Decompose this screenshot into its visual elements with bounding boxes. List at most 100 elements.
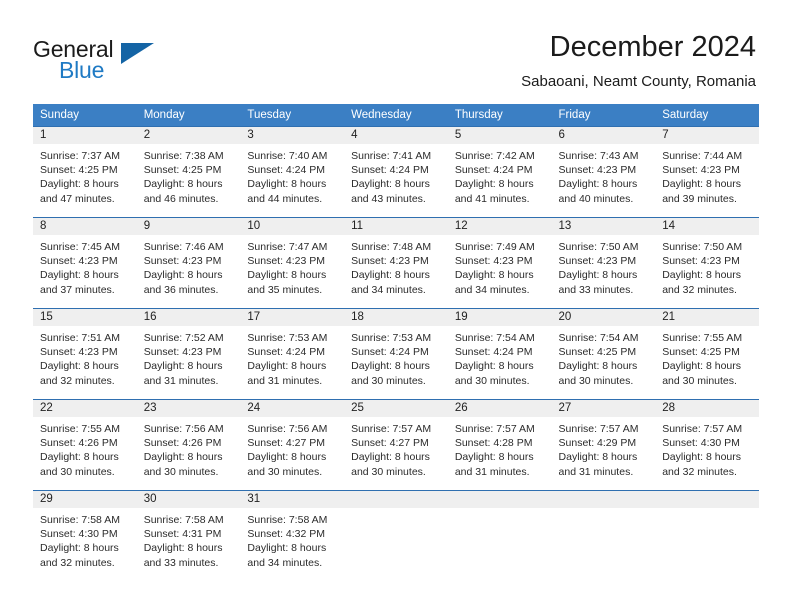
sunrise-text: Sunrise: 7:37 AM xyxy=(40,150,120,162)
daylight-text-line2: and 43 minutes. xyxy=(351,192,426,205)
daylight-text-line1: Daylight: 8 hours xyxy=(247,451,327,464)
day-details xyxy=(344,508,448,513)
sunset-text: Sunset: 4:25 PM xyxy=(558,346,637,359)
daylight-text-line1: Daylight: 8 hours xyxy=(351,360,430,373)
calendar-day-cell[interactable]: 10 Sunrise: 7:47 AM Sunset: 4:23 PM Dayligh… xyxy=(240,217,345,309)
day-cell-inner: 27 Sunrise: 7:57 AM Sunset: 4:29 PM Dayligh… xyxy=(551,400,656,490)
calendar-day-cell[interactable]: 25 Sunrise: 7:57 AM Sunset: 4:27 PM Dayligh… xyxy=(344,399,448,491)
daylight-text-line2: and 32 minutes. xyxy=(662,465,737,478)
calendar-day-cell[interactable]: 3 Sunrise: 7:40 AM Sunset: 4:24 PM Daylight… xyxy=(240,126,345,218)
calendar-day-cell[interactable]: 17 Sunrise: 7:53 AM Sunset: 4:24 PM Dayligh… xyxy=(240,308,345,400)
calendar-day-cell[interactable]: 28 Sunrise: 7:57 AM Sunset: 4:30 PM Dayligh… xyxy=(655,399,759,491)
calendar-day-cell[interactable]: 24 Sunrise: 7:56 AM Sunset: 4:27 PM Dayligh… xyxy=(240,399,345,491)
day-number: 4 xyxy=(344,127,448,144)
sunrise-text: Sunrise: 7:48 AM xyxy=(351,241,432,253)
sunset-text: Sunset: 4:23 PM xyxy=(454,255,533,268)
day-number: 11 xyxy=(344,218,448,235)
sunset-text: Sunset: 4:23 PM xyxy=(662,255,740,268)
daylight-text-line2: and 30 minutes. xyxy=(351,465,426,478)
day-cell-inner: 11 Sunrise: 7:48 AM Sunset: 4:23 PM Dayligh… xyxy=(344,218,448,308)
daylight-text-line1: Daylight: 8 hours xyxy=(143,451,223,464)
day-cell-inner: 25 Sunrise: 7:57 AM Sunset: 4:27 PM Dayligh… xyxy=(344,400,448,490)
calendar-day-cell[interactable]: 23 Sunrise: 7:56 AM Sunset: 4:26 PM Dayligh… xyxy=(136,399,241,491)
calendar-day-cell[interactable]: 1 Sunrise: 7:37 AM Sunset: 4:25 PM Daylight… xyxy=(33,126,137,218)
day-cell-inner: 17 Sunrise: 7:53 AM Sunset: 4:24 PM Dayligh… xyxy=(240,309,345,399)
day-number: 29 xyxy=(33,491,137,508)
sunset-text: Sunset: 4:26 PM xyxy=(143,437,222,450)
sunrise-text: Sunrise: 7:43 AM xyxy=(558,150,639,162)
day-details: Sunrise: 7:38 AM Sunset: 4:25 PM Daylight:… xyxy=(137,144,241,206)
daylight-text-line1: Daylight: 8 hours xyxy=(40,269,119,282)
sunrise-text: Sunrise: 7:41 AM xyxy=(351,150,432,162)
day-details: Sunrise: 7:58 AM Sunset: 4:32 PM Daylight:… xyxy=(240,508,344,570)
day-cell-inner: 3 Sunrise: 7:40 AM Sunset: 4:24 PM Daylight… xyxy=(240,127,345,217)
calendar-day-cell[interactable]: 4 Sunrise: 7:41 AM Sunset: 4:24 PM Daylight… xyxy=(344,126,448,218)
general-blue-logo[interactable]: General Blue xyxy=(33,36,163,84)
day-details: Sunrise: 7:54 AM Sunset: 4:24 PM Daylight:… xyxy=(448,326,552,388)
calendar-day-cell[interactable]: 8 Sunrise: 7:45 AM Sunset: 4:23 PM Daylight… xyxy=(33,217,137,309)
calendar-day-cell[interactable]: 29 Sunrise: 7:58 AM Sunset: 4:30 PM Dayligh… xyxy=(33,490,137,581)
sunset-text: Sunset: 4:23 PM xyxy=(662,164,740,177)
day-details: Sunrise: 7:41 AM Sunset: 4:24 PM Daylight:… xyxy=(344,144,448,206)
calendar-week-row: 22 Sunrise: 7:55 AM Sunset: 4:26 PM Dayligh… xyxy=(33,399,759,491)
sunrise-text: Sunrise: 7:45 AM xyxy=(40,241,120,253)
daylight-text-line2: and 37 minutes. xyxy=(40,283,115,296)
calendar-day-cell[interactable]: 22 Sunrise: 7:55 AM Sunset: 4:26 PM Dayligh… xyxy=(33,399,137,491)
calendar-day-cell[interactable]: 6 Sunrise: 7:43 AM Sunset: 4:23 PM Daylight… xyxy=(551,126,656,218)
day-cell-inner xyxy=(655,491,759,581)
calendar-day-cell[interactable]: 7 Sunrise: 7:44 AM Sunset: 4:23 PM Daylight… xyxy=(655,126,759,218)
calendar-week-row: 8 Sunrise: 7:45 AM Sunset: 4:23 PM Daylight… xyxy=(33,217,759,309)
daylight-text-line2: and 34 minutes. xyxy=(351,283,426,296)
calendar-header-row: Sunday Monday Tuesday Wednesday Thursday… xyxy=(33,104,759,127)
daylight-text-line1: Daylight: 8 hours xyxy=(247,178,327,191)
page-title: December 2024 xyxy=(549,31,756,63)
calendar-page: General Blue December 2024 Sabaoani, Nea… xyxy=(0,0,792,612)
daylight-text-line2: and 30 minutes. xyxy=(454,374,530,387)
day-cell-inner: 14 Sunrise: 7:50 AM Sunset: 4:23 PM Dayligh… xyxy=(655,218,759,308)
sunset-text: Sunset: 4:24 PM xyxy=(247,346,326,359)
day-details: Sunrise: 7:44 AM Sunset: 4:23 PM Daylight:… xyxy=(655,144,759,206)
calendar-day-cell[interactable]: 21 Sunrise: 7:55 AM Sunset: 4:25 PM Dayligh… xyxy=(655,308,759,400)
calendar-day-cell[interactable]: 19 Sunrise: 7:54 AM Sunset: 4:24 PM Dayligh… xyxy=(447,308,552,400)
calendar-day-cell[interactable]: 20 Sunrise: 7:54 AM Sunset: 4:25 PM Dayligh… xyxy=(551,308,656,400)
day-cell-inner: 9 Sunrise: 7:46 AM Sunset: 4:23 PM Daylight… xyxy=(136,218,241,308)
day-details: Sunrise: 7:43 AM Sunset: 4:23 PM Daylight:… xyxy=(552,144,656,206)
daylight-text-line1: Daylight: 8 hours xyxy=(351,451,430,464)
calendar-day-cell[interactable]: 31 Sunrise: 7:58 AM Sunset: 4:32 PM Dayligh… xyxy=(240,490,345,581)
daylight-text-line1: Daylight: 8 hours xyxy=(662,269,742,282)
daylight-text-line2: and 30 minutes. xyxy=(247,465,323,478)
calendar-day-cell[interactable]: 16 Sunrise: 7:52 AM Sunset: 4:23 PM Dayligh… xyxy=(136,308,241,400)
sunrise-text: Sunrise: 7:51 AM xyxy=(40,332,120,344)
weekday-header-monday: Monday xyxy=(136,104,241,127)
daylight-text-line1: Daylight: 8 hours xyxy=(143,178,223,191)
calendar-day-cell[interactable]: 26 Sunrise: 7:57 AM Sunset: 4:28 PM Dayligh… xyxy=(447,399,552,491)
calendar-day-cell[interactable]: 9 Sunrise: 7:46 AM Sunset: 4:23 PM Daylight… xyxy=(136,217,241,309)
day-number xyxy=(447,491,552,508)
sunset-text: Sunset: 4:23 PM xyxy=(558,255,637,268)
calendar-day-cell[interactable]: 13 Sunrise: 7:50 AM Sunset: 4:23 PM Dayligh… xyxy=(551,217,656,309)
day-details: Sunrise: 7:57 AM Sunset: 4:29 PM Daylight:… xyxy=(552,417,656,479)
calendar-day-cell[interactable]: 2 Sunrise: 7:38 AM Sunset: 4:25 PM Daylight… xyxy=(136,126,241,218)
calendar-day-cell[interactable]: 27 Sunrise: 7:57 AM Sunset: 4:29 PM Dayligh… xyxy=(551,399,656,491)
calendar-day-cell[interactable]: 18 Sunrise: 7:53 AM Sunset: 4:24 PM Dayligh… xyxy=(344,308,448,400)
sunset-text: Sunset: 4:23 PM xyxy=(351,255,429,268)
day-cell-inner: 10 Sunrise: 7:47 AM Sunset: 4:23 PM Dayligh… xyxy=(240,218,345,308)
daylight-text-line1: Daylight: 8 hours xyxy=(40,178,119,191)
daylight-text-line1: Daylight: 8 hours xyxy=(558,451,638,464)
calendar-day-cell[interactable]: 5 Sunrise: 7:42 AM Sunset: 4:24 PM Daylight… xyxy=(447,126,552,218)
calendar-day-cell[interactable]: 15 Sunrise: 7:51 AM Sunset: 4:23 PM Dayligh… xyxy=(33,308,137,400)
sunrise-text: Sunrise: 7:56 AM xyxy=(247,423,328,435)
day-cell-inner: 29 Sunrise: 7:58 AM Sunset: 4:30 PM Dayligh… xyxy=(33,491,137,581)
calendar-day-cell[interactable]: 12 Sunrise: 7:49 AM Sunset: 4:23 PM Dayligh… xyxy=(447,217,552,309)
day-number xyxy=(551,491,656,508)
sunrise-text: Sunrise: 7:44 AM xyxy=(662,150,743,162)
calendar-day-cell[interactable]: 14 Sunrise: 7:50 AM Sunset: 4:23 PM Dayligh… xyxy=(655,217,759,309)
day-number: 23 xyxy=(136,400,241,417)
calendar-day-cell[interactable]: 30 Sunrise: 7:58 AM Sunset: 4:31 PM Dayligh… xyxy=(136,490,241,581)
daylight-text-line1: Daylight: 8 hours xyxy=(454,178,534,191)
calendar-day-cell[interactable]: 11 Sunrise: 7:48 AM Sunset: 4:23 PM Dayligh… xyxy=(344,217,448,309)
daylight-text-line2: and 32 minutes. xyxy=(40,374,115,387)
title-block: December 2024 Sabaoani, Neamt County, Ro… xyxy=(521,30,756,91)
sunrise-text: Sunrise: 7:57 AM xyxy=(454,423,535,435)
daylight-text-line1: Daylight: 8 hours xyxy=(558,360,638,373)
